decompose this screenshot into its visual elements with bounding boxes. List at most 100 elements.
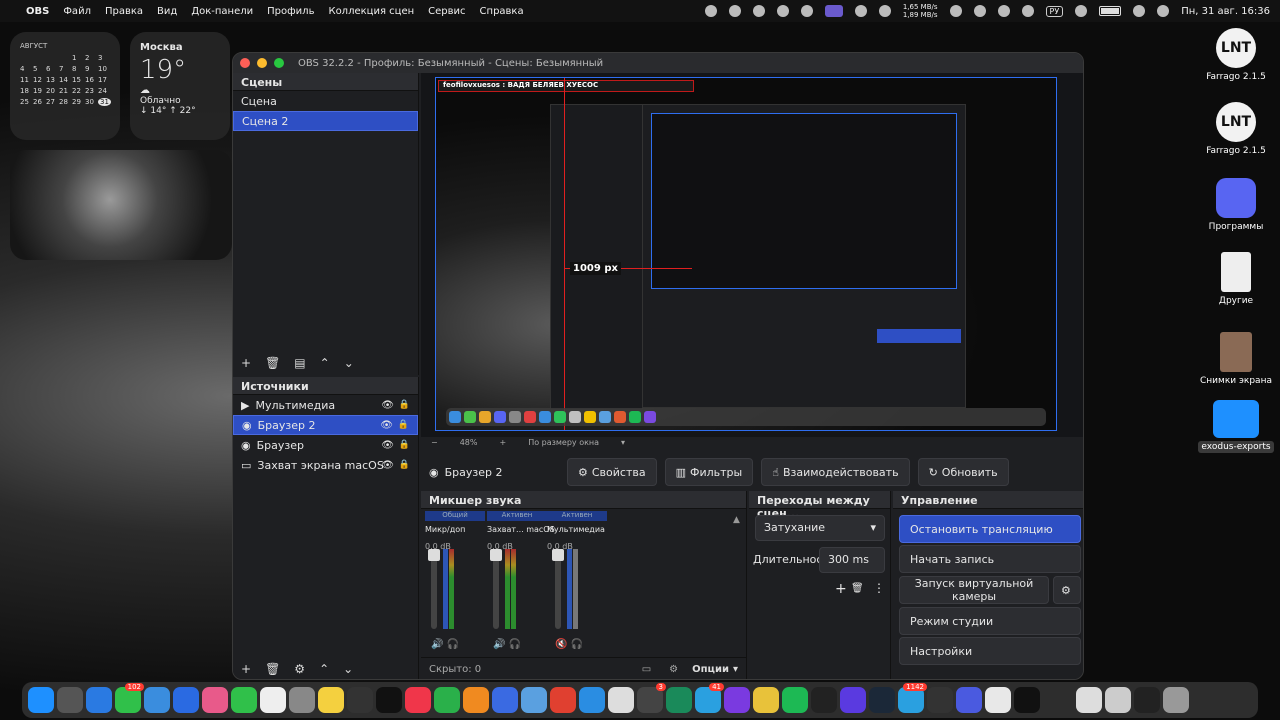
chevron-down-icon[interactable]: ▾ [733,664,738,675]
visibility-eye-icon[interactable]: 👁 [381,400,394,411]
control-center-icon[interactable] [1157,5,1170,17]
headphones-icon[interactable]: 🎧 [571,639,583,650]
music-icon[interactable] [405,687,431,713]
settings-button[interactable]: Настройки [899,637,1081,665]
obs-dock-icon[interactable] [927,687,953,713]
telegram-icon[interactable]: 1142 [898,683,927,713]
mixer-settings-icon[interactable]: ⚙ [669,664,678,675]
scene-item[interactable]: Сцена [233,91,418,111]
check-icon[interactable] [973,5,986,17]
gemini-icon[interactable] [956,687,982,713]
photo-widget[interactable] [10,150,232,260]
menu-view[interactable]: Вид [157,6,177,17]
menu-tools[interactable]: Сервис [428,6,465,17]
spotify-icon[interactable] [782,687,808,713]
messages-icon[interactable]: 102 [115,683,144,713]
vectorworks-icon[interactable] [666,687,692,713]
lock-icon[interactable]: 🔒 [399,400,410,410]
speaker-icon[interactable]: 🔊 [493,639,505,650]
interact-button[interactable]: ☝ Взаимодействовать [761,458,910,486]
screen-record-icon[interactable] [824,5,843,17]
move-up-icon[interactable]: ⌃ [319,662,329,676]
preview-canvas[interactable]: feofilovxuesos : ВАДЯ БЕЛЯЕВ ХУЕСОС 1009… [435,77,1057,431]
start-recording-button[interactable]: Начать запись [899,545,1081,573]
stats-icon[interactable] [949,5,962,17]
properties-button[interactable]: ⚙ Свойства [567,458,657,486]
recent-screenshot-icon[interactable] [1105,687,1131,713]
headphones-icon[interactable]: 🎧 [447,639,459,650]
headphones-icon[interactable]: 🎧 [509,639,521,650]
sparkle-icon[interactable] [752,5,765,17]
fader-knob[interactable] [552,549,564,561]
facetime-icon[interactable] [231,687,257,713]
rocket-icon[interactable] [854,5,867,17]
source-item[interactable]: ◉ Браузер 👁 🔒 [233,435,418,455]
menu-docks[interactable]: Док-панели [191,6,253,17]
zoom-fit[interactable]: По размеру окна [528,438,599,447]
input-language[interactable]: РУ [1045,5,1064,17]
lock-icon[interactable]: 🔒 [399,440,410,450]
scripts-icon[interactable] [753,687,779,713]
volume-fader[interactable] [490,549,502,629]
move-down-icon[interactable]: ⌄ [343,662,353,676]
photos-icon[interactable] [202,687,228,713]
start-virtual-camera-button[interactable]: Запуск виртуальной камеры [899,576,1049,604]
move-down-icon[interactable]: ⌄ [344,356,354,370]
pages-icon[interactable] [463,687,489,713]
desktop-icon-other[interactable]: Другие [1196,252,1276,306]
volume-fader[interactable] [428,549,440,629]
remove-scene-icon[interactable]: 🗑 [265,356,280,370]
remove-transition-icon[interactable]: 🗑 [851,583,864,594]
lock-icon[interactable]: 🔒 [399,460,410,470]
trash-icon[interactable] [1163,687,1189,713]
tor-icon[interactable] [724,687,750,713]
clock[interactable]: Пн, 31 авг. 16:36 [1181,6,1270,17]
preview-app-icon[interactable] [521,687,547,713]
menu-scene-collection[interactable]: Коллекция сцен [328,6,414,17]
speaker-icon[interactable]: 🔊 [431,639,443,650]
visibility-eye-icon[interactable]: 👁 [381,440,394,451]
contacts-icon[interactable] [289,687,315,713]
appletv-icon[interactable] [376,687,402,713]
slack-icon[interactable] [840,687,866,713]
incy-icon[interactable] [811,687,837,713]
finder-icon[interactable] [28,687,54,713]
files-icon[interactable] [608,687,634,713]
layout-icon[interactable]: ▭ [642,664,651,675]
visibility-eye-icon[interactable]: 👁 [380,420,393,431]
wifi-icon[interactable] [1075,5,1088,17]
transition-select[interactable]: Затухание ▾ [755,515,885,541]
source-item-selected[interactable]: ◉ Браузер 2 👁 🔒 [233,415,418,435]
moon-icon[interactable] [1021,5,1034,17]
keynote-icon[interactable] [492,687,518,713]
filters-button[interactable]: ▥ Фильтры [664,458,754,486]
menu-help[interactable]: Справка [480,6,524,17]
scene-filters-icon[interactable]: ▤ [294,356,305,370]
zoom-plus-icon[interactable]: + [499,438,506,447]
notes-icon[interactable] [318,687,344,713]
gear-status-icon[interactable] [776,5,789,17]
add-transition-icon[interactable]: + [835,581,847,597]
reminders-icon[interactable] [347,687,373,713]
desktop-icon-exodus[interactable]: exodus-exports [1196,400,1276,453]
steam-icon[interactable] [869,687,895,713]
play-status-icon[interactable] [997,5,1010,17]
speaker-muted-icon[interactable]: 🔇 [555,639,567,650]
recent-doc-icon[interactable] [1076,687,1102,713]
volume-fader[interactable] [552,549,564,629]
status-app-icon[interactable] [728,5,741,17]
menu-app-name[interactable]: OBS [26,6,49,17]
display-icon[interactable] [878,5,891,17]
scroll-up-icon[interactable]: ▲ [733,515,740,525]
channel-name[interactable]: Мультимедиа [547,525,607,534]
rocket-app-icon[interactable] [550,687,576,713]
mixer-options[interactable]: Опции [692,664,729,675]
stop-streaming-button[interactable]: Остановить трансляцию [899,515,1081,543]
add-scene-icon[interactable]: + [241,356,251,370]
vnc-icon[interactable] [1014,687,1040,713]
scene-item-selected[interactable]: Сцена 2 [233,111,418,131]
xcode-icon[interactable] [579,687,605,713]
zoom-window-icon[interactable] [274,58,284,68]
move-up-icon[interactable]: ⌃ [320,356,330,370]
search-icon[interactable] [1133,5,1146,17]
